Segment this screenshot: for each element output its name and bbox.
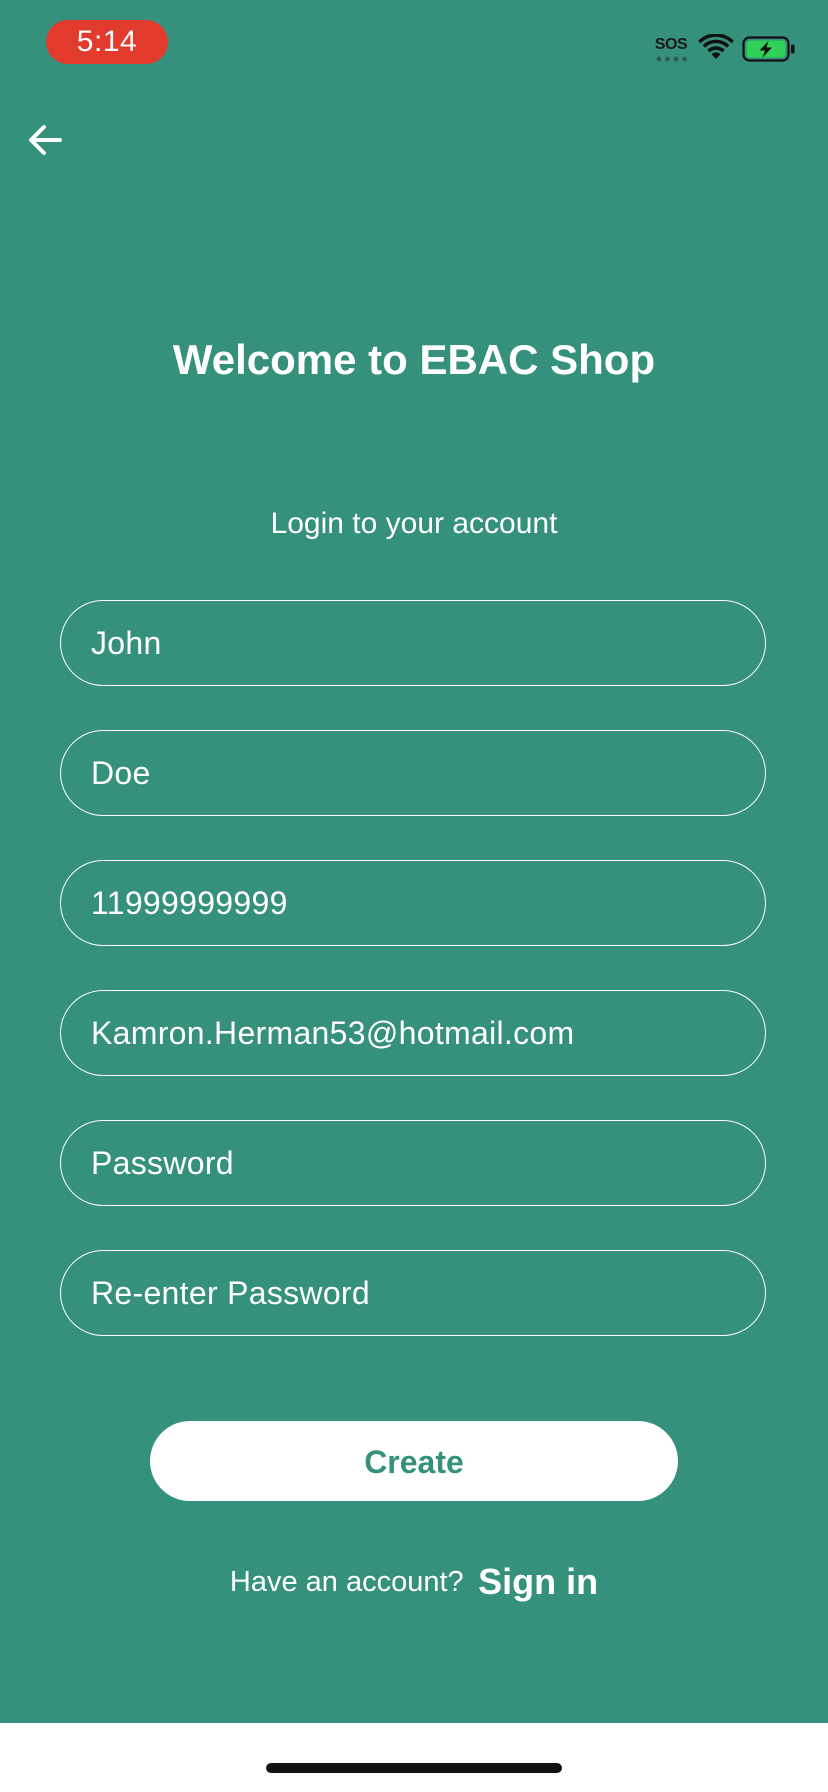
signin-row: Have an account? Sign in	[0, 1558, 828, 1606]
signin-link[interactable]: Sign in	[478, 1561, 598, 1602]
back-button[interactable]	[22, 116, 70, 164]
first-name-input[interactable]	[60, 600, 766, 686]
status-time: 5:14	[46, 20, 168, 64]
app-screen: 5:14 SOS Welcome to EBAC Shop Login to y…	[0, 0, 828, 1723]
home-indicator-area	[0, 1723, 828, 1792]
signal-dots-icon	[656, 56, 687, 62]
phone-input[interactable]	[60, 860, 766, 946]
sos-indicator: SOS	[654, 36, 688, 64]
arrow-left-icon	[29, 125, 62, 155]
page-subtitle: Login to your account	[270, 507, 558, 540]
last-name-input[interactable]	[60, 730, 766, 816]
sos-label: SOS	[654, 36, 688, 53]
create-button[interactable]: Create	[150, 1421, 678, 1501]
battery-charging-icon	[742, 36, 795, 62]
confirm-password-input[interactable]	[60, 1250, 766, 1336]
home-indicator[interactable]	[266, 1763, 562, 1773]
wifi-icon	[698, 34, 734, 59]
password-input[interactable]	[60, 1120, 766, 1206]
signin-prompt: Have an account?	[229, 1566, 464, 1598]
email-input[interactable]	[60, 990, 766, 1076]
page-title: Welcome to EBAC Shop	[172, 336, 656, 383]
